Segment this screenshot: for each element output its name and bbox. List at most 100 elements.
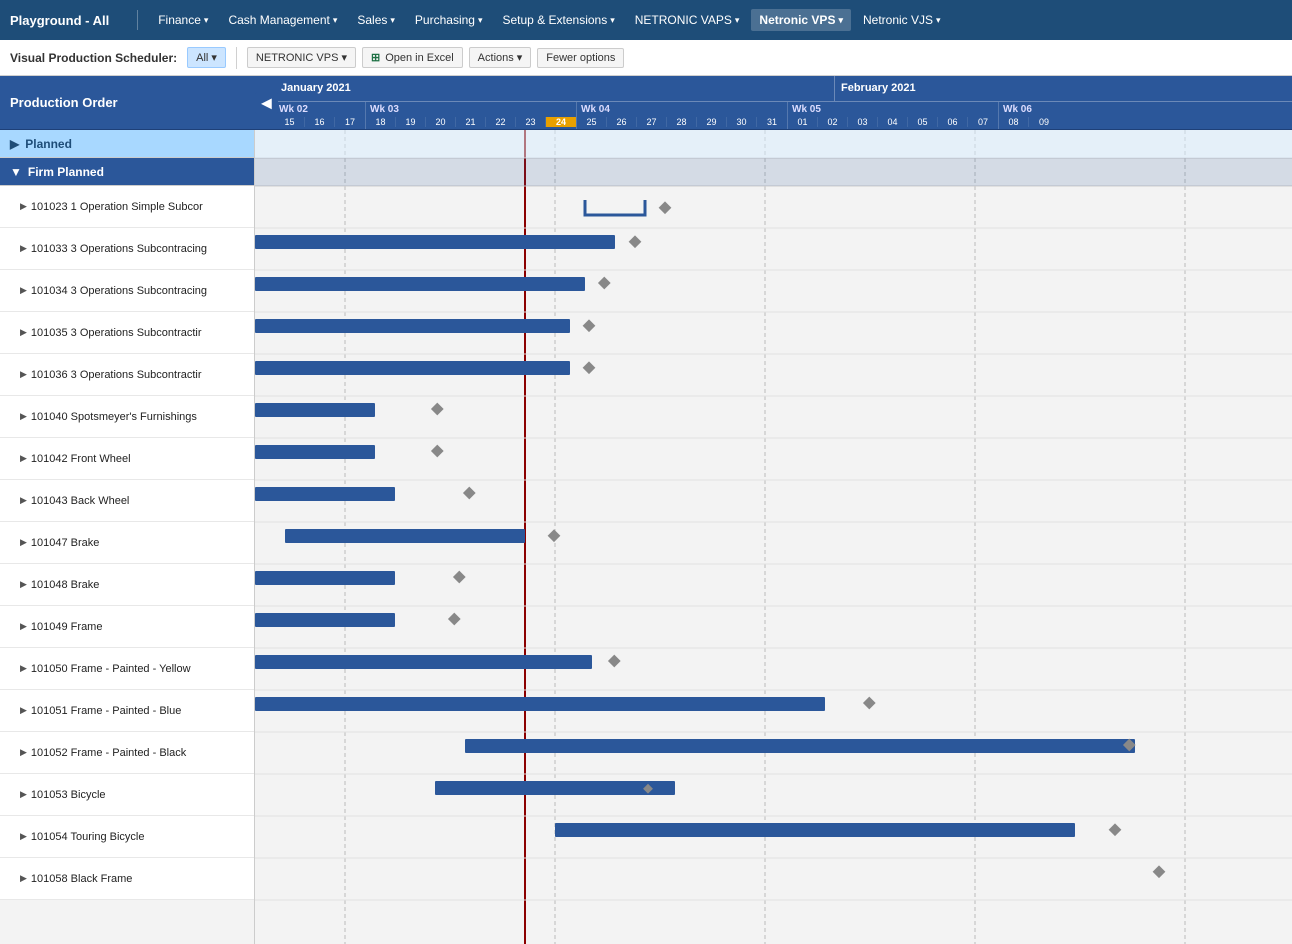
expand-icon: ▶ (20, 789, 27, 800)
list-item[interactable]: ▶ 101051 Frame - Painted - Blue (0, 690, 254, 732)
chevron-down-icon: ▾ (610, 15, 615, 26)
chevron-down-icon: ▾ (204, 15, 209, 26)
firm-planned-group-row[interactable]: ▼ Firm Planned (0, 158, 254, 186)
firm-planned-label: Firm Planned (28, 165, 104, 179)
nav-cash-management[interactable]: Cash Management ▾ (220, 9, 345, 31)
row-label: 101051 Frame - Painted - Blue (31, 705, 181, 717)
chevron-down-icon: ▾ (838, 15, 843, 26)
list-item[interactable]: ▶ 101040 Spotsmeyer's Furnishings (0, 396, 254, 438)
expand-icon: ▶ (20, 705, 27, 716)
row-label: 101049 Frame (31, 621, 103, 633)
open-excel-button[interactable]: ⊞ Open in Excel (362, 47, 463, 68)
planned-group-row[interactable]: ▶ Planned (0, 130, 254, 158)
chevron-down-icon: ▾ (517, 51, 523, 64)
list-item[interactable]: ▶ 101035 3 Operations Subcontractir (0, 312, 254, 354)
list-item[interactable]: ▶ 101048 Brake (0, 564, 254, 606)
nav-setup[interactable]: Setup & Extensions ▾ (495, 9, 623, 31)
row-label: 101050 Frame - Painted - Yellow (31, 663, 191, 675)
excel-icon: ⊞ (371, 51, 380, 64)
nav-finance[interactable]: Finance ▾ (150, 9, 216, 31)
nav-finance-label: Finance (158, 13, 201, 27)
months-row: January 2021 February 2021 (255, 76, 1292, 102)
scroll-left-button[interactable]: ◀ (255, 92, 278, 113)
chevron-down-icon: ▾ (390, 15, 395, 26)
fewer-options-label: Fewer options (546, 52, 615, 64)
nav-purchasing[interactable]: Purchasing ▾ (407, 9, 491, 31)
expand-icon: ▶ (20, 243, 27, 254)
actions-button[interactable]: Actions ▾ (469, 47, 532, 68)
nav-vjs[interactable]: Netronic VJS ▾ (855, 9, 949, 31)
list-item[interactable]: ▶ 101058 Black Frame (0, 858, 254, 900)
nav-purchasing-label: Purchasing (415, 13, 475, 27)
row-label: 101035 3 Operations Subcontractir (31, 327, 202, 339)
open-excel-label: Open in Excel (385, 52, 453, 64)
nav-separator (137, 10, 138, 30)
list-item[interactable]: ▶ 101049 Frame (0, 606, 254, 648)
list-item[interactable]: ▶ 101047 Brake (0, 522, 254, 564)
expand-icon: ▶ (20, 747, 27, 758)
expand-icon: ▶ (20, 369, 27, 380)
expand-icon: ▶ (20, 621, 27, 632)
toolbar-label: Visual Production Scheduler: (10, 51, 177, 65)
list-item[interactable]: ▶ 101036 3 Operations Subcontractir (0, 354, 254, 396)
expand-icon: ▶ (20, 873, 27, 884)
app-title: Playground - All (10, 13, 109, 28)
row-label: 101047 Brake (31, 537, 100, 549)
list-item[interactable]: ▶ 101054 Touring Bicycle (0, 816, 254, 858)
gantt-chart (255, 130, 1292, 944)
row-label: 101053 Bicycle (31, 789, 106, 801)
row-label: 101023 1 Operation Simple Subcor (31, 201, 203, 213)
nav-cash-label: Cash Management (228, 13, 329, 27)
toolbar-separator (236, 47, 237, 69)
expand-icon: ▶ (20, 537, 27, 548)
gantt-svg (255, 130, 1292, 944)
list-item[interactable]: ▶ 101053 Bicycle (0, 774, 254, 816)
nav-vps-label: Netronic VPS (759, 13, 835, 27)
row-label: 101058 Black Frame (31, 873, 133, 885)
expand-icon: ▶ (20, 411, 27, 422)
netronic-vps-button[interactable]: NETRONIC VPS ▾ (247, 47, 356, 68)
filter-all-button[interactable]: All ▾ (187, 47, 226, 68)
triangle-down-icon: ▼ (10, 165, 22, 179)
list-item[interactable]: ▶ 101042 Front Wheel (0, 438, 254, 480)
expand-icon: ▶ (20, 579, 27, 590)
expand-icon: ▶ (20, 201, 27, 212)
nav-vaps-label: NETRONIC VAPS (635, 13, 732, 27)
left-panel-header: Production Order (0, 76, 255, 130)
list-item[interactable]: ▶ 101050 Frame - Painted - Yellow (0, 648, 254, 690)
row-label: 101040 Spotsmeyer's Furnishings (31, 411, 197, 423)
planned-group-label: Planned (25, 137, 72, 151)
row-label: 101043 Back Wheel (31, 495, 129, 507)
fewer-options-button[interactable]: Fewer options (537, 48, 624, 68)
chevron-down-icon: ▾ (478, 15, 483, 26)
expand-icon: ▶ (20, 285, 27, 296)
netronic-vps-label: NETRONIC VPS (256, 52, 339, 64)
row-label: 101048 Brake (31, 579, 100, 591)
left-arrow-icon[interactable]: ◀ (255, 92, 278, 113)
main-container: Production Order ◀ January 2021 February… (0, 76, 1292, 944)
nav-setup-label: Setup & Extensions (503, 13, 608, 27)
list-item[interactable]: ▶ 101033 3 Operations Subcontracing (0, 228, 254, 270)
nav-vaps[interactable]: NETRONIC VAPS ▾ (627, 9, 748, 31)
toolbar: Visual Production Scheduler: All ▾ NETRO… (0, 40, 1292, 76)
triangle-icon: ▶ (10, 137, 19, 151)
expand-icon: ▶ (20, 453, 27, 464)
list-item[interactable]: ▶ 101023 1 Operation Simple Subcor (0, 186, 254, 228)
nav-vps[interactable]: Netronic VPS ▾ (751, 9, 851, 31)
gantt-body: ▶ Planned ▼ Firm Planned ▶ 101023 1 Oper… (0, 130, 1292, 944)
list-item[interactable]: ▶ 101034 3 Operations Subcontracing (0, 270, 254, 312)
left-panel-rows: ▶ Planned ▼ Firm Planned ▶ 101023 1 Oper… (0, 130, 255, 944)
nav-vjs-label: Netronic VJS (863, 13, 933, 27)
month-jan-label: January 2021 (281, 82, 351, 94)
actions-label: Actions (478, 52, 514, 64)
chevron-down-icon: ▾ (341, 51, 347, 64)
list-item[interactable]: ▶ 101043 Back Wheel (0, 480, 254, 522)
nav-sales[interactable]: Sales ▾ (349, 9, 403, 31)
top-navigation: Playground - All Finance ▾ Cash Manageme… (0, 0, 1292, 40)
month-february: February 2021 (835, 76, 1275, 101)
chevron-down-icon: ▾ (936, 15, 941, 26)
filter-all-label: All (196, 52, 208, 64)
list-item[interactable]: ▶ 101052 Frame - Painted - Black (0, 732, 254, 774)
month-january: January 2021 (275, 76, 835, 101)
expand-icon: ▶ (20, 327, 27, 338)
